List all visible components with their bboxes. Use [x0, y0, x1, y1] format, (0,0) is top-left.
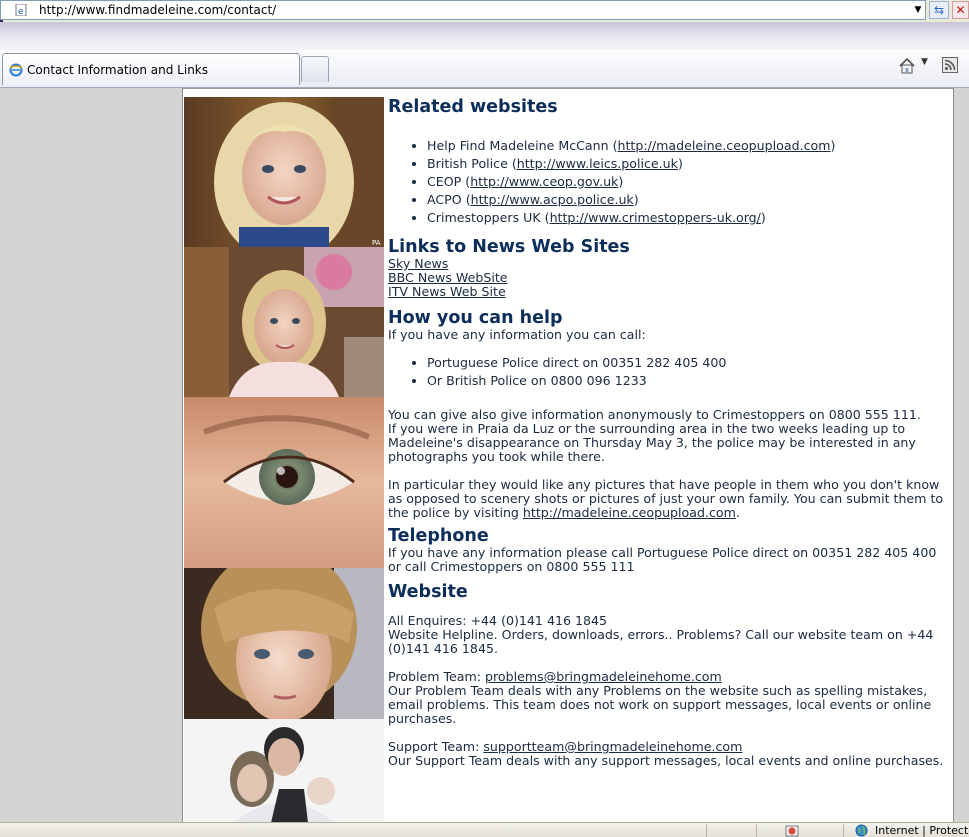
status-bar: Internet | Protecte — [0, 822, 969, 837]
list-item: Help Find Madeleine McCann (http://madel… — [427, 137, 953, 155]
heading-news-links: Links to News Web Sites — [388, 237, 630, 257]
photo-family — [184, 719, 384, 822]
support-team-text: Our Support Team deals with any support … — [388, 753, 944, 768]
security-zone-text: Internet | Protecte — [875, 824, 969, 837]
stop-icon[interactable]: ✕ — [952, 1, 969, 19]
list-item: ACPO (http://www.acpo.police.uk) — [427, 191, 953, 209]
globe-icon — [855, 824, 868, 837]
link-madeleine-ceopupload[interactable]: http://madeleine.ceopupload.com — [618, 138, 831, 153]
heading-related-websites: Related websites — [388, 97, 558, 117]
link-ceopupload-submit[interactable]: http://madeleine.ceopupload.com — [523, 505, 736, 520]
heading-how-you-can-help: How you can help — [388, 308, 563, 328]
list-item: British Police (http://www.leics.police.… — [427, 155, 953, 173]
website-helpline: Website Helpline. Orders, downloads, err… — [388, 627, 934, 656]
security-icon[interactable] — [785, 824, 799, 837]
toolbar-strip — [0, 22, 969, 50]
photo-girl-face — [184, 568, 384, 719]
photo-credit: PA — [372, 239, 381, 247]
tab-contact[interactable]: Contact Information and Links — [2, 53, 300, 85]
list-item: CEOP (http://www.ceop.gov.uk) — [427, 173, 953, 191]
link-bbc-news[interactable]: BBC News WebSite — [388, 270, 508, 285]
ie-page-icon — [9, 63, 23, 77]
address-field[interactable]: e http://www.findmadeleine.com/contact/ … — [0, 0, 926, 20]
dropdown-arrow-icon[interactable]: ▼ — [921, 57, 928, 67]
list-item: Or British Police on 0800 096 1233 — [427, 372, 953, 390]
telephone-text: If you have any information please call … — [388, 545, 937, 574]
website-enquiries: All Enquires: +44 (0)141 416 1845 — [388, 613, 608, 628]
new-tab-button[interactable] — [301, 56, 329, 82]
svg-text:e: e — [18, 7, 24, 16]
link-crimestoppers[interactable]: http://www.crimestoppers-uk.org/ — [550, 210, 761, 225]
problem-team: Problem Team: problems@bringmadeleinehom… — [388, 669, 722, 684]
tab-title: Contact Information and Links — [27, 63, 208, 77]
feed-icon[interactable] — [942, 57, 958, 73]
help-crimestoppers: You can give also give information anony… — [388, 407, 921, 422]
link-support-email[interactable]: supportteam@bringmadeleinehome.com — [483, 739, 742, 754]
related-websites-list: Help Find Madeleine McCann (http://madel… — [388, 137, 953, 227]
link-itv-news[interactable]: ITV News Web Site — [388, 284, 506, 299]
ie-page-icon: e — [15, 4, 27, 16]
photo-eye-closeup — [184, 397, 384, 568]
link-acpo[interactable]: http://www.acpo.police.uk — [471, 192, 634, 207]
help-phone-list: Portuguese Police direct on 00351 282 40… — [388, 354, 953, 390]
help-intro: If you have any information you can call… — [388, 327, 646, 342]
link-sky-news[interactable]: Sky News — [388, 256, 448, 271]
photo-girl-smiling: PA — [184, 97, 384, 247]
text-column: Related websites Help Find Madeleine McC… — [388, 97, 953, 768]
page-viewport: PA Related websites • Help Find Madelein… — [0, 88, 969, 822]
heading-telephone: Telephone — [388, 526, 489, 546]
photo-girl-indoors — [184, 247, 384, 397]
home-icon[interactable] — [897, 56, 917, 76]
list-item: Crimestoppers UK (http://www.crimestoppe… — [427, 209, 953, 227]
help-pictures: In particular they would like any pictur… — [388, 477, 944, 520]
tab-row: Contact Information and Links ▼ — [0, 50, 969, 88]
dropdown-arrow-icon[interactable]: ▼ — [911, 3, 925, 17]
address-url[interactable]: http://www.findmadeleine.com/contact/ — [39, 3, 276, 17]
address-bar: e http://www.findmadeleine.com/contact/ … — [0, 0, 969, 22]
link-ceop[interactable]: http://www.ceop.gov.uk — [470, 174, 618, 189]
support-team: Support Team: supportteam@bringmadeleine… — [388, 739, 743, 754]
help-praia-da-luz: If you were in Praia da Luz or the surro… — [388, 421, 916, 464]
link-problems-email[interactable]: problems@bringmadeleinehome.com — [485, 669, 722, 684]
heading-website: Website — [388, 582, 468, 602]
page-content: PA Related websites • Help Find Madelein… — [182, 88, 954, 822]
refresh-icon[interactable]: ⇆ — [929, 1, 949, 19]
link-leics-police[interactable]: http://www.leics.police.uk — [517, 156, 678, 171]
list-item: Portuguese Police direct on 00351 282 40… — [427, 354, 953, 372]
problem-team-text: Our Problem Team deals with any Problems… — [388, 683, 932, 726]
